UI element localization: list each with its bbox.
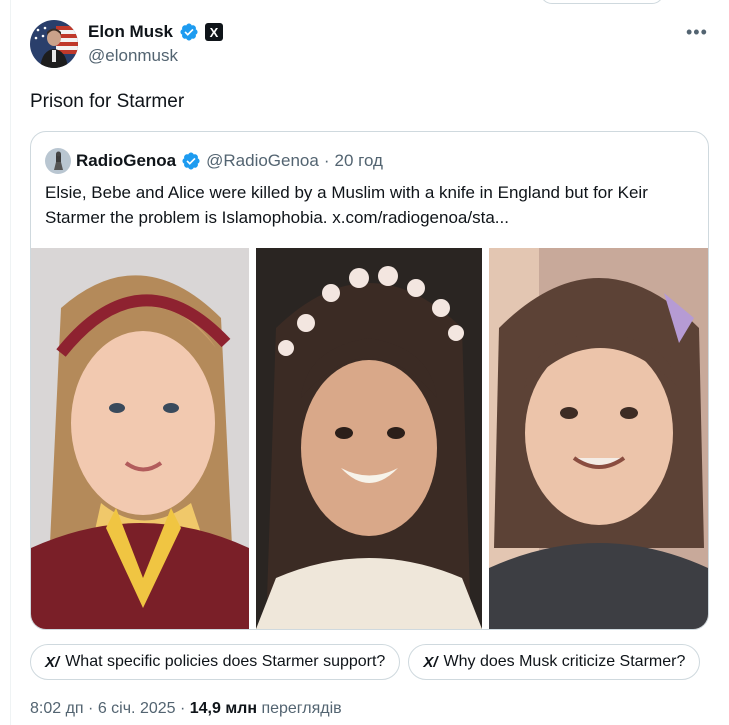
grok-suggestion-chip[interactable]: X/ Why does Musk criticize Starmer? [408, 644, 701, 680]
tweet-date[interactable]: 6 січ. 2025 [98, 700, 176, 717]
quoted-timestamp[interactable]: 20 год [335, 151, 383, 171]
author-name[interactable]: Elon Musk [88, 22, 173, 42]
tweet-text: Prison for Starmer [30, 91, 185, 112]
more-horizontal-icon[interactable]: ••• [686, 22, 708, 43]
tweet-meta: 8:02 дп · 6 січ. 2025 · 14,9 млн перегля… [30, 700, 342, 718]
quoted-tweet-card[interactable]: RadioGenoa @RadioGenoa · 20 год Elsie, B… [30, 131, 709, 630]
author-handle[interactable]: @elonmusk [88, 46, 178, 66]
grok-suggestion-label: What specific policies does Starmer supp… [65, 653, 386, 670]
photo-girl-flower-crown[interactable] [256, 248, 482, 629]
views-label: переглядів [257, 700, 342, 717]
verified-badge-icon [180, 23, 198, 41]
author-avatar[interactable] [30, 20, 78, 68]
timeline-border [10, 0, 11, 725]
views-count: 14,9 млн [189, 700, 257, 717]
photo-girl-purple-bow[interactable] [489, 248, 708, 629]
grok-suggestion-chip[interactable]: X/ What specific policies does Starmer s… [30, 644, 401, 680]
grok-suggestions: X/ What specific policies does Starmer s… [30, 644, 729, 680]
grok-icon: X/ [423, 653, 438, 671]
tweet-time[interactable]: 8:02 дп [30, 700, 84, 717]
quoted-author-handle: @RadioGenoa [206, 151, 319, 170]
grok-icon: X/ [45, 653, 60, 671]
quoted-photo-grid [31, 248, 708, 629]
meta-separator: · [83, 700, 98, 717]
meta-separator: · [175, 700, 190, 717]
quoted-separator: · [323, 151, 330, 170]
affiliation-x-badge[interactable]: X [205, 23, 224, 41]
grok-suggestion-label: Why does Musk criticize Starmer? [443, 653, 686, 670]
photo-girl-red-headband[interactable] [31, 248, 249, 629]
quoted-tweet-text: Elsie, Bebe and Alice were killed by a M… [45, 183, 648, 227]
quoted-author-avatar[interactable] [45, 148, 71, 174]
top-pill-button[interactable] [540, 0, 664, 4]
quoted-author-name: RadioGenoa [76, 151, 177, 170]
verified-badge-icon [182, 152, 200, 170]
